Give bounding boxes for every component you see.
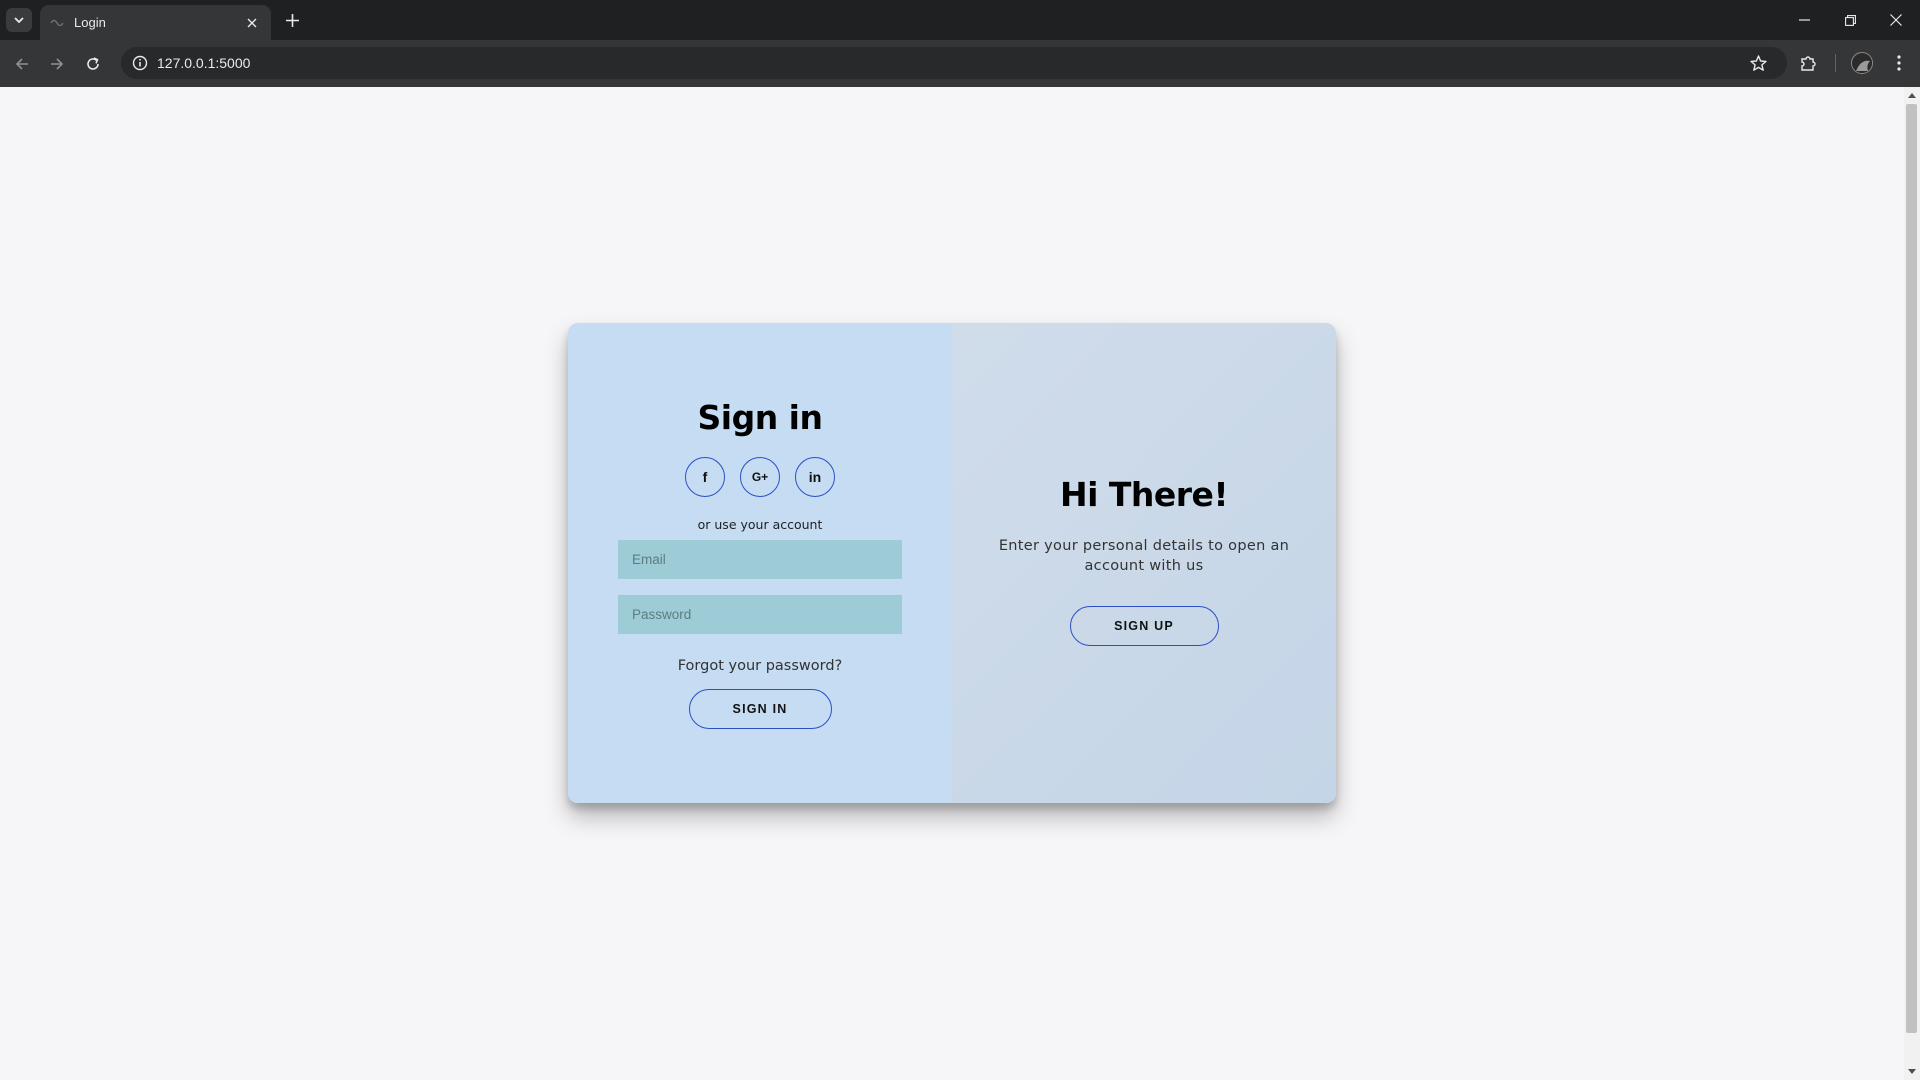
puzzle-icon (1800, 55, 1816, 71)
password-field[interactable] (618, 595, 902, 634)
arrow-right-icon (51, 58, 64, 70)
forward-button[interactable] (45, 52, 69, 76)
toolbar-divider (1835, 54, 1836, 72)
restore-icon (1844, 14, 1856, 26)
minimize-button[interactable] (1791, 8, 1817, 32)
address-bar[interactable] (121, 47, 1787, 79)
close-icon (1890, 14, 1902, 26)
scroll-up-button[interactable] (1906, 90, 1917, 100)
arrow-left-icon (15, 58, 28, 70)
triangle-up-icon (1907, 92, 1916, 98)
kebab-menu-icon (1897, 55, 1901, 71)
auth-card: Sign in f G+ in or use your account Forg… (568, 323, 1336, 803)
address-url[interactable]: 127.0.0.1:5000 (157, 55, 250, 71)
tab-search-button[interactable] (6, 8, 32, 32)
scroll-down-button[interactable] (1906, 1066, 1917, 1076)
close-window-button[interactable] (1883, 8, 1909, 32)
new-tab-button[interactable] (281, 9, 303, 31)
tab-close-button[interactable] (243, 14, 261, 32)
forgot-password-link[interactable]: Forgot your password? (678, 658, 843, 674)
site-info-icon[interactable] (131, 54, 149, 72)
sign-in-title: Sign in (697, 398, 824, 437)
greeting-text: Enter your personal details to open an a… (998, 538, 1290, 574)
star-icon (1749, 54, 1767, 71)
back-button[interactable] (10, 52, 34, 76)
google-plus-icon: G+ (751, 470, 769, 484)
sign-in-panel: Sign in f G+ in or use your account Forg… (568, 323, 952, 803)
close-icon (247, 18, 257, 27)
page-favicon-icon (50, 19, 64, 26)
minimize-icon (1798, 19, 1810, 21)
profile-avatar[interactable] (1851, 52, 1873, 74)
greeting-title: Hi There! (1059, 475, 1229, 514)
chevron-down-icon (14, 16, 24, 23)
bookmark-button[interactable] (1746, 51, 1770, 75)
reload-button[interactable] (81, 52, 105, 76)
scrollbar-thumb[interactable] (1906, 104, 1917, 1033)
social-login-row: f G+ in (685, 457, 835, 497)
alternate-login-text: or use your account (697, 517, 823, 532)
google-plus-login-button[interactable]: G+ (740, 457, 780, 497)
triangle-down-icon (1907, 1068, 1916, 1074)
sign-up-button[interactable]: SIGN UP (1069, 606, 1219, 646)
linkedin-login-button[interactable]: in (795, 457, 835, 497)
extensions-button[interactable] (1796, 51, 1820, 75)
plus-icon (285, 13, 299, 27)
email-field[interactable] (618, 540, 902, 579)
reload-icon (87, 57, 99, 70)
linkedin-icon: in (808, 469, 822, 485)
facebook-icon: f (702, 469, 708, 485)
sign-in-button[interactable]: SIGN IN (688, 689, 832, 729)
browser-tab-strip: Login (0, 0, 1920, 40)
tab-title: Login (74, 15, 106, 30)
restore-button[interactable] (1837, 8, 1863, 32)
facebook-login-button[interactable]: f (685, 457, 725, 497)
sign-up-panel: Hi There! Enter your personal details to… (952, 323, 1336, 803)
browser-menu-button[interactable] (1887, 51, 1911, 75)
browser-tab[interactable]: Login (40, 5, 271, 40)
